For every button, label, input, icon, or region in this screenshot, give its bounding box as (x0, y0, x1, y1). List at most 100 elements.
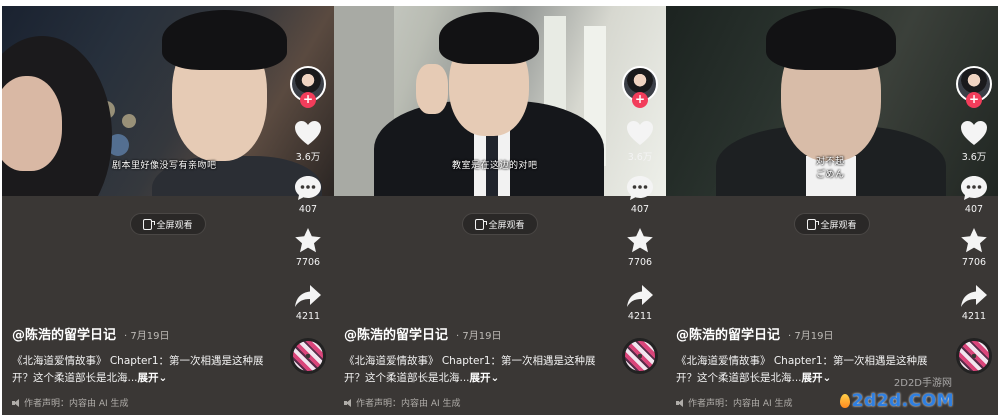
like-action[interactable]: 3.6万 (294, 120, 322, 163)
post-date: · 7月19日 (788, 331, 834, 342)
share-icon (961, 285, 987, 307)
author-avatar[interactable]: + (622, 66, 658, 108)
comment-icon (961, 176, 987, 200)
video-card-2[interactable]: 教室是在这边的对吧 全屏观看 + 3.6万 407 7706 4211 @陈浩的… (334, 6, 666, 415)
boy-hair (766, 8, 896, 70)
ai-disclaimer: 作者声明：内容由 AI 生成 (12, 396, 129, 409)
share-count: 4211 (627, 311, 653, 322)
favorite-action[interactable]: 7706 (294, 227, 322, 268)
video-subtitle: 剧本里好像没写有亲吻吧 (112, 158, 217, 171)
comment-count: 407 (298, 204, 318, 215)
disclaimer-text: 作者声明：内容由 AI 生成 (24, 399, 129, 409)
ai-disclaimer: 作者声明：内容由 AI 生成 (344, 396, 461, 409)
raised-hand (416, 64, 448, 114)
expand-button[interactable]: 展开⌄ (470, 372, 500, 384)
action-rail: + 3.6万 407 7706 4211 (620, 66, 660, 374)
fullscreen-label: 全屏观看 (820, 220, 857, 231)
expand-label: 展开 (801, 372, 823, 384)
video-description: 《北海道爱情故事》 Chapter1：第一次相遇是这种展开？这个柔道部长是北海.… (344, 353, 614, 387)
fullscreen-icon (475, 218, 488, 230)
video-frame[interactable]: 剧本里好像没写有亲吻吧 (2, 6, 334, 196)
speaker-icon (12, 398, 20, 407)
music-disc-icon[interactable] (622, 338, 658, 374)
like-count: 3.6万 (627, 152, 653, 163)
fullscreen-button[interactable]: 全屏观看 (462, 213, 538, 235)
subtitle-line: 对不起 (816, 157, 845, 167)
share-action[interactable]: 4211 (294, 284, 322, 322)
comment-icon (295, 176, 321, 200)
video-description: 《北海道爱情故事》 Chapter1：第一次相遇是这种展开？这个柔道部长是北海.… (12, 353, 282, 387)
share-count: 4211 (961, 311, 987, 322)
share-action[interactable]: 4211 (960, 284, 988, 322)
disclaimer-text: 作者声明：内容由 AI 生成 (688, 399, 793, 409)
expand-label: 展开 (137, 372, 159, 384)
author-name[interactable]: @陈浩的留学日记 (12, 324, 116, 343)
favorite-action[interactable]: 7706 (626, 227, 654, 268)
speaker-icon (676, 398, 684, 407)
fullscreen-button[interactable]: 全屏观看 (130, 213, 206, 235)
fullscreen-label: 全屏观看 (156, 220, 193, 231)
like-action[interactable]: 3.6万 (960, 120, 988, 163)
boy-hair (162, 10, 287, 70)
star-icon (961, 228, 987, 253)
boy-hair (439, 12, 539, 64)
video-frame[interactable]: 对不起 ごめん (666, 6, 998, 196)
comment-icon (627, 176, 653, 200)
heart-icon (295, 121, 321, 145)
favorite-count: 7706 (295, 257, 321, 268)
plus-icon[interactable]: + (632, 92, 648, 108)
action-rail: + 3.6万 407 7706 4211 (954, 66, 994, 374)
author-line: @陈浩的留学日记 · 7月19日 (344, 324, 501, 343)
comment-action[interactable]: 407 (626, 175, 654, 215)
plus-icon[interactable]: + (966, 92, 982, 108)
star-icon (627, 228, 653, 253)
video-subtitle: 对不起 ごめん (816, 154, 845, 180)
author-line: @陈浩的留学日记 · 7月19日 (12, 324, 169, 343)
share-icon (627, 285, 653, 307)
music-disc-icon[interactable] (290, 338, 326, 374)
action-rail: + 3.6万 407 7706 4211 (288, 66, 328, 374)
heart-icon (627, 121, 653, 145)
favorite-count: 7706 (627, 257, 653, 268)
expand-label: 展开 (469, 372, 491, 384)
disclaimer-text: 作者声明：内容由 AI 生成 (356, 399, 461, 409)
expand-button[interactable]: 展开⌄ (138, 372, 168, 384)
author-avatar[interactable]: + (290, 66, 326, 108)
video-card-1[interactable]: 剧本里好像没写有亲吻吧 全屏观看 + 3.6万 407 7706 4211 @陈… (2, 6, 334, 415)
favorite-action[interactable]: 7706 (960, 227, 988, 268)
like-count: 3.6万 (295, 152, 321, 163)
bokeh-light (122, 114, 136, 128)
star-icon (295, 228, 321, 253)
share-action[interactable]: 4211 (626, 284, 654, 322)
comment-action[interactable]: 407 (294, 175, 322, 215)
author-avatar[interactable]: + (956, 66, 992, 108)
comment-count: 407 (964, 204, 984, 215)
fullscreen-icon (143, 218, 156, 230)
fullscreen-icon (807, 218, 820, 230)
author-name[interactable]: @陈浩的留学日记 (676, 324, 780, 343)
favorite-count: 7706 (961, 257, 987, 268)
share-count: 4211 (295, 311, 321, 322)
like-count: 3.6万 (961, 152, 987, 163)
music-disc-icon[interactable] (956, 338, 992, 374)
fullscreen-button[interactable]: 全屏观看 (794, 213, 870, 235)
heart-icon (961, 121, 987, 145)
like-action[interactable]: 3.6万 (626, 120, 654, 163)
subtitle-line: 教室是在这边的对吧 (452, 161, 538, 171)
subtitle-line: 剧本里好像没写有亲吻吧 (112, 161, 217, 171)
girl-face (2, 76, 62, 171)
ai-disclaimer: 作者声明：内容由 AI 生成 (676, 396, 793, 409)
author-name[interactable]: @陈浩的留学日记 (344, 324, 448, 343)
comment-action[interactable]: 407 (960, 175, 988, 215)
post-date: · 7月19日 (124, 331, 170, 342)
share-icon (295, 285, 321, 307)
post-date: · 7月19日 (456, 331, 502, 342)
video-card-3[interactable]: 对不起 ごめん 全屏观看 + 3.6万 407 7706 4211 @陈浩的留学… (666, 6, 998, 415)
author-line: @陈浩的留学日记 · 7月19日 (676, 324, 833, 343)
expand-button[interactable]: 展开⌄ (802, 372, 832, 384)
plus-icon[interactable]: + (300, 92, 316, 108)
comment-count: 407 (630, 204, 650, 215)
speaker-icon (344, 398, 352, 407)
video-feed: 剧本里好像没写有亲吻吧 全屏观看 + 3.6万 407 7706 4211 @陈… (0, 0, 1000, 415)
video-frame[interactable]: 教室是在这边的对吧 (334, 6, 666, 196)
